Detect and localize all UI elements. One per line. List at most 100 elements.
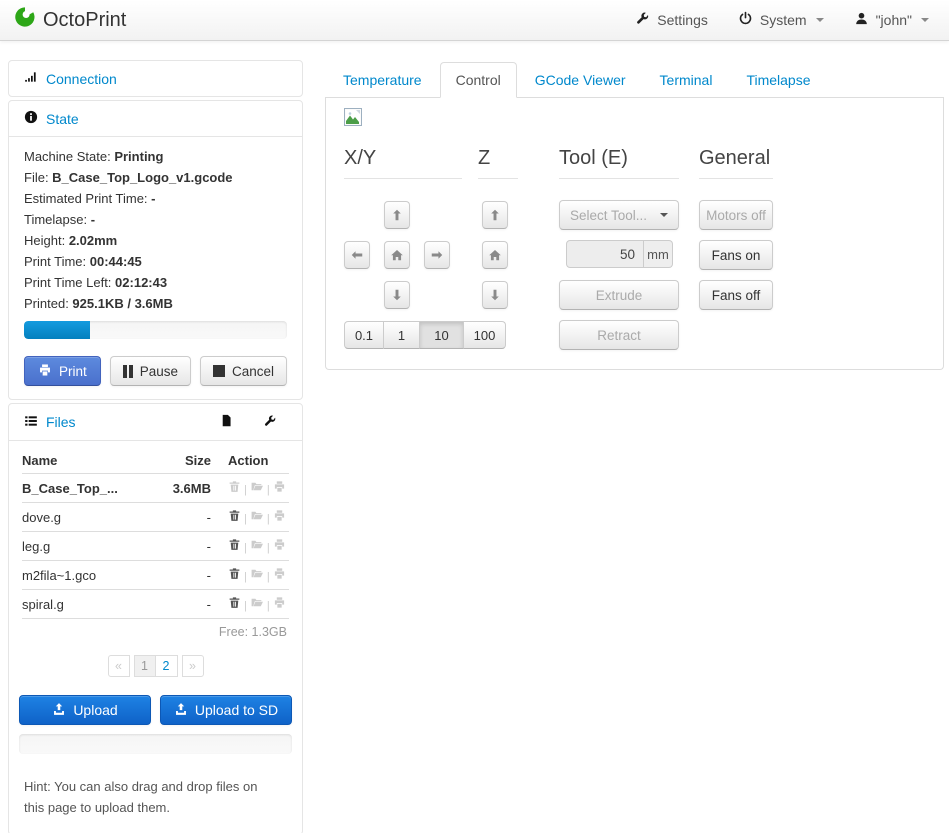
step-0.1-button[interactable]: 0.1 bbox=[344, 321, 384, 349]
files-panel-heading[interactable]: Files bbox=[9, 404, 302, 440]
action-separator bbox=[267, 481, 270, 496]
main-area: Temperature Control GCode Viewer Termina… bbox=[325, 62, 944, 370]
divider bbox=[344, 178, 462, 179]
upload-to-sd-button[interactable]: Upload to SD bbox=[160, 695, 292, 725]
action-separator bbox=[267, 597, 270, 612]
printer-icon bbox=[38, 363, 52, 380]
section-title-xy: X/Y bbox=[344, 146, 376, 170]
jog-y-minus-button[interactable] bbox=[384, 281, 410, 309]
tab-temperature[interactable]: Temperature bbox=[327, 62, 438, 98]
pause-button-label: Pause bbox=[140, 364, 178, 379]
pagination-prev-button[interactable]: « bbox=[108, 655, 130, 677]
trash-icon[interactable] bbox=[228, 567, 241, 583]
column-size: Size bbox=[157, 453, 213, 468]
fans-on-button[interactable]: Fans on bbox=[699, 240, 773, 270]
pagination-next-button[interactable]: » bbox=[182, 655, 204, 677]
action-separator bbox=[244, 510, 247, 525]
height-value: 2.02mm bbox=[69, 233, 117, 248]
state-title[interactable]: State bbox=[46, 111, 79, 127]
printed-line: Printed: 925.1KB / 3.6MB bbox=[24, 293, 287, 314]
fans-off-button[interactable]: Fans off bbox=[699, 280, 773, 310]
folder-open-icon bbox=[250, 509, 264, 525]
jog-z-minus-button[interactable] bbox=[482, 281, 508, 309]
wrench-icon bbox=[635, 11, 650, 29]
cancel-button-label: Cancel bbox=[232, 364, 274, 379]
home-xy-button[interactable] bbox=[384, 241, 410, 269]
trash-icon[interactable] bbox=[228, 538, 241, 554]
column-name: Name bbox=[22, 453, 157, 468]
tab-bar: Temperature Control GCode Viewer Termina… bbox=[325, 62, 944, 98]
state-panel-body: Machine State: Printing File: B_Case_Top… bbox=[9, 136, 302, 399]
print-time-line: Print Time: 00:44:45 bbox=[24, 251, 287, 272]
jog-x-plus-button[interactable] bbox=[424, 241, 450, 269]
jog-z-plus-button[interactable] bbox=[482, 201, 508, 229]
printed-value: 925.1KB / 3.6MB bbox=[72, 296, 172, 311]
sidebar: Connection State Machine State: Printing… bbox=[8, 60, 303, 833]
print-button[interactable]: Print bbox=[24, 356, 101, 386]
trash-icon[interactable] bbox=[228, 596, 241, 612]
jog-y-plus-button[interactable] bbox=[384, 201, 410, 229]
tab-control[interactable]: Control bbox=[440, 62, 517, 98]
webcam-broken-image-icon bbox=[344, 108, 362, 131]
timelapse-line: Timelapse: - bbox=[24, 209, 287, 230]
upload-to-sd-button-label: Upload to SD bbox=[195, 702, 278, 718]
brand[interactable]: OctoPrint bbox=[14, 6, 126, 34]
files-title[interactable]: Files bbox=[46, 414, 76, 430]
printer-icon bbox=[273, 538, 286, 554]
pause-button[interactable]: Pause bbox=[110, 356, 191, 386]
step-100-button[interactable]: 100 bbox=[464, 321, 506, 349]
file-line: File: B_Case_Top_Logo_v1.gcode bbox=[24, 167, 287, 188]
select-tool-label: Select Tool... bbox=[570, 208, 647, 223]
trash-icon[interactable] bbox=[228, 509, 241, 525]
list-icon bbox=[24, 414, 38, 431]
upload-button[interactable]: Upload bbox=[19, 695, 151, 725]
machine-state-value: Printing bbox=[114, 149, 163, 164]
file-size: - bbox=[157, 568, 213, 583]
estimated-print-time-line: Estimated Print Time: - bbox=[24, 188, 287, 209]
chevron-down-icon bbox=[921, 18, 929, 22]
step-1-button[interactable]: 1 bbox=[384, 321, 420, 349]
file-value: B_Case_Top_Logo_v1.gcode bbox=[52, 170, 232, 185]
free-space-label: Free: 1.3GB bbox=[9, 619, 302, 639]
connection-panel: Connection bbox=[8, 60, 303, 97]
tab-timelapse[interactable]: Timelapse bbox=[730, 62, 826, 98]
file-type-filter-icon[interactable] bbox=[220, 413, 233, 431]
connection-title[interactable]: Connection bbox=[46, 71, 117, 87]
tab-terminal[interactable]: Terminal bbox=[644, 62, 729, 98]
files-table-header: Name Size Action bbox=[22, 447, 289, 474]
pagination-page-2[interactable]: 2 bbox=[156, 655, 178, 677]
action-separator bbox=[244, 597, 247, 612]
jog-x-minus-button[interactable] bbox=[344, 241, 370, 269]
files-settings-wrench-icon[interactable] bbox=[263, 414, 277, 431]
user-menu-item[interactable]: "john" bbox=[854, 11, 929, 29]
stop-icon bbox=[213, 365, 225, 377]
extrude-amount-input[interactable] bbox=[566, 240, 644, 268]
system-menu-item[interactable]: System bbox=[738, 11, 824, 29]
state-panel: State Machine State: Printing File: B_Ca… bbox=[8, 100, 303, 400]
tab-gcode-viewer[interactable]: GCode Viewer bbox=[519, 62, 642, 98]
files-table: Name Size Action B_Case_Top_... 3.6MB bbox=[9, 445, 302, 619]
extrude-button[interactable]: Extrude bbox=[559, 280, 679, 310]
cancel-button[interactable]: Cancel bbox=[200, 356, 287, 386]
home-z-button[interactable] bbox=[482, 241, 508, 269]
printer-icon bbox=[273, 509, 286, 525]
retract-button[interactable]: Retract bbox=[559, 320, 679, 350]
settings-menu-item[interactable]: Settings bbox=[635, 11, 708, 29]
state-buttons: Print Pause Cancel bbox=[24, 356, 287, 386]
column-action: Action bbox=[213, 453, 289, 468]
file-size: - bbox=[157, 539, 213, 554]
connection-panel-heading[interactable]: Connection bbox=[9, 61, 302, 96]
section-title-tool: Tool (E) bbox=[559, 146, 628, 170]
file-name: spiral.g bbox=[22, 597, 157, 612]
table-row: spiral.g - bbox=[22, 590, 289, 619]
pagination-page-1[interactable]: 1 bbox=[134, 655, 156, 677]
motors-off-button[interactable]: Motors off bbox=[699, 200, 773, 230]
action-separator bbox=[244, 481, 247, 496]
state-panel-heading[interactable]: State bbox=[9, 101, 302, 136]
upload-button-label: Upload bbox=[73, 702, 117, 718]
step-10-button[interactable]: 10 bbox=[420, 321, 464, 349]
upload-hint-text: Hint: You can also drag and drop files o… bbox=[9, 754, 287, 833]
action-separator bbox=[267, 510, 270, 525]
upload-icon bbox=[174, 702, 188, 719]
select-tool-dropdown[interactable]: Select Tool... bbox=[559, 200, 679, 230]
